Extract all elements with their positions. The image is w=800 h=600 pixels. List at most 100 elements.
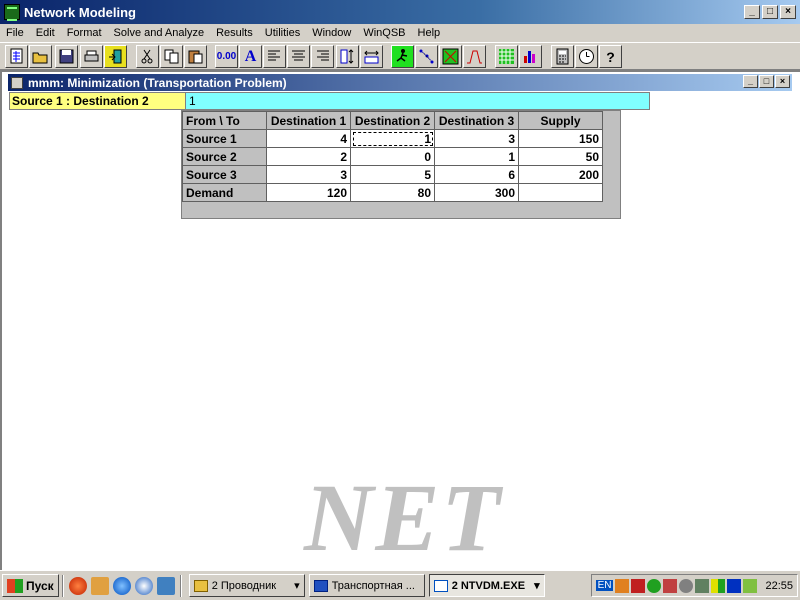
- column-header-destination-3[interactable]: Destination 3: [434, 111, 519, 130]
- grid-header-row: From \ To Destination 1 Destination 2 De…: [182, 111, 603, 130]
- matrix-form-icon[interactable]: [439, 45, 462, 68]
- tray-network-icon[interactable]: [647, 578, 662, 593]
- menu-results[interactable]: Results: [210, 27, 259, 39]
- menu-file[interactable]: File: [0, 27, 30, 39]
- clock-icon[interactable]: [575, 45, 598, 68]
- new-problem-icon[interactable]: [5, 45, 28, 68]
- open-icon[interactable]: [29, 45, 52, 68]
- menu-winqsb[interactable]: WinQSB: [357, 27, 411, 39]
- number-format-icon[interactable]: 0.00: [215, 45, 238, 68]
- solve-icon[interactable]: [391, 45, 414, 68]
- grid-cell[interactable]: 0: [350, 147, 435, 166]
- grid-cell[interactable]: [518, 183, 603, 202]
- tool-icon[interactable]: [90, 576, 109, 595]
- align-center-icon[interactable]: [287, 45, 310, 68]
- menu-help[interactable]: Help: [412, 27, 447, 39]
- tray-nvidia-icon[interactable]: [743, 578, 758, 593]
- bar-chart-icon[interactable]: [519, 45, 542, 68]
- column-header-supply[interactable]: Supply: [518, 111, 603, 130]
- chart-icon[interactable]: [463, 45, 486, 68]
- grid-cell[interactable]: 4: [266, 129, 351, 148]
- graph-network-icon[interactable]: [415, 45, 438, 68]
- taskbar-button-ntvdm[interactable]: 2 NTVDM.EXE ▾: [428, 574, 545, 597]
- minimize-button[interactable]: _: [744, 5, 760, 19]
- cut-icon[interactable]: [136, 45, 159, 68]
- help-icon[interactable]: ?: [599, 45, 622, 68]
- align-right-icon[interactable]: [311, 45, 334, 68]
- paste-icon[interactable]: [184, 45, 207, 68]
- tray-app-icon[interactable]: [695, 578, 710, 593]
- taskbar-button-label: Транспортная ...: [331, 579, 415, 592]
- column-width-icon[interactable]: [360, 45, 383, 68]
- column-header-destination-2[interactable]: Destination 2: [350, 111, 435, 130]
- row-header-demand[interactable]: Demand: [182, 183, 267, 202]
- child-minimize-button[interactable]: _: [743, 75, 758, 88]
- align-left-icon[interactable]: [263, 45, 286, 68]
- row-height-icon[interactable]: [336, 45, 359, 68]
- close-button[interactable]: ×: [780, 5, 796, 19]
- start-button[interactable]: Пуск: [2, 574, 59, 597]
- app-title: Network Modeling: [24, 4, 136, 20]
- taskbar-separator: [61, 574, 64, 597]
- grid-cell[interactable]: 150: [518, 129, 603, 148]
- menu-bar: File Edit Format Solve and Analyze Resul…: [0, 24, 800, 42]
- tray-app-icon[interactable]: [679, 578, 694, 593]
- grid-cell[interactable]: 120: [266, 183, 351, 202]
- grid-cell[interactable]: 3: [266, 165, 351, 184]
- play-icon[interactable]: [134, 576, 153, 595]
- calculator-icon[interactable]: [551, 45, 574, 68]
- child-maximize-button[interactable]: □: [759, 75, 774, 88]
- internet-explorer-icon[interactable]: [112, 576, 131, 595]
- table-row: Demand 120 80 300: [182, 183, 603, 202]
- row-header-source-1[interactable]: Source 1: [182, 129, 267, 148]
- grid-cell[interactable]: 5: [350, 165, 435, 184]
- grid-cell[interactable]: 1: [434, 147, 519, 166]
- toolbar: 0.00 A ?: [0, 42, 800, 70]
- tray-app-icon[interactable]: [631, 578, 646, 593]
- show-desktop-icon[interactable]: [156, 576, 175, 595]
- grid-cell[interactable]: 50: [518, 147, 603, 166]
- grid-cell[interactable]: 3: [434, 129, 519, 148]
- menu-window[interactable]: Window: [306, 27, 357, 39]
- tray-app-icon[interactable]: [615, 578, 630, 593]
- grid-cell[interactable]: 200: [518, 165, 603, 184]
- taskbar-button-explorer[interactable]: 2 Проводник ▾: [188, 574, 305, 597]
- net-watermark: NET: [304, 464, 502, 571]
- windows-logo-icon: [7, 578, 23, 593]
- tray-media-icon[interactable]: [727, 578, 742, 593]
- clock: 22:55: [765, 579, 793, 592]
- save-icon[interactable]: [55, 45, 78, 68]
- app-title-bar[interactable]: Network Modeling _ □ ×: [0, 0, 800, 24]
- column-header-destination-1[interactable]: Destination 1: [266, 111, 351, 130]
- language-indicator[interactable]: EN: [595, 580, 614, 591]
- child-window-icon[interactable]: [11, 76, 23, 89]
- grid-cell[interactable]: 80: [350, 183, 435, 202]
- tray-app-icon[interactable]: [711, 578, 726, 593]
- grid-icon[interactable]: [495, 45, 518, 68]
- menu-format[interactable]: Format: [61, 27, 108, 39]
- print-icon[interactable]: [80, 45, 103, 68]
- menu-edit[interactable]: Edit: [30, 27, 61, 39]
- menu-solve-and-analyze[interactable]: Solve and Analyze: [108, 27, 211, 39]
- child-close-button[interactable]: ×: [775, 75, 790, 88]
- grid-corner-header: From \ To: [182, 111, 267, 130]
- row-header-source-2[interactable]: Source 2: [182, 147, 267, 166]
- grid-cell[interactable]: 2: [266, 147, 351, 166]
- font-icon[interactable]: A: [239, 45, 262, 68]
- grid-cell[interactable]: 300: [434, 183, 519, 202]
- taskbar-button-word[interactable]: Транспортная ...: [308, 574, 425, 597]
- cell-value-input[interactable]: 1: [185, 92, 650, 110]
- tray-app-icon[interactable]: [663, 578, 678, 593]
- maximize-button[interactable]: □: [762, 5, 778, 19]
- grid-cell-selected[interactable]: 1: [350, 129, 435, 148]
- word-icon: [313, 579, 328, 592]
- copy-icon[interactable]: [160, 45, 183, 68]
- child-window-title-bar[interactable]: mmm: Minimization (Transportation Proble…: [8, 74, 792, 91]
- app-icon[interactable]: [4, 4, 20, 21]
- grid-cell[interactable]: 6: [434, 165, 519, 184]
- row-header-source-3[interactable]: Source 3: [182, 165, 267, 184]
- taskbar-button-label: 2 NTVDM.EXE: [451, 579, 526, 592]
- media-player-icon[interactable]: [68, 576, 87, 595]
- exit-icon[interactable]: [104, 45, 127, 68]
- menu-utilities[interactable]: Utilities: [259, 27, 306, 39]
